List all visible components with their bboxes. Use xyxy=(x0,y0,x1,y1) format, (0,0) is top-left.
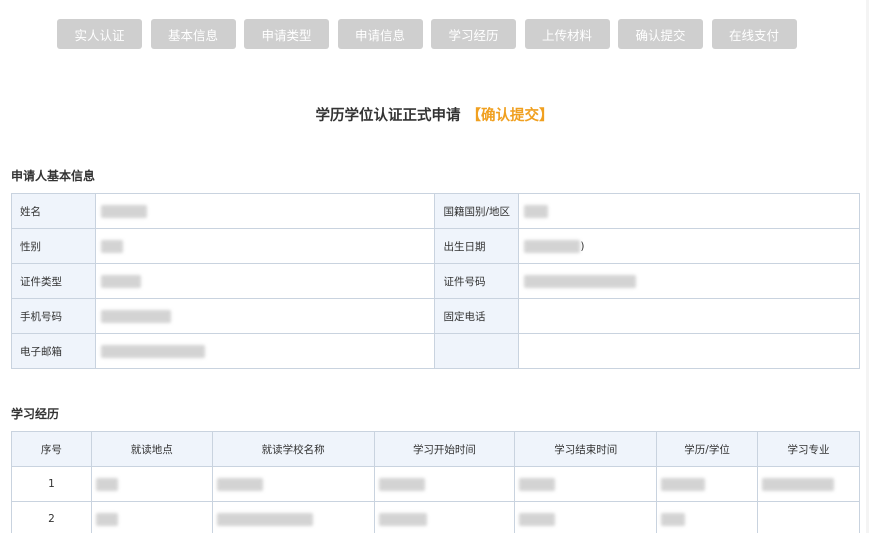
step-basic-info[interactable]: 基本信息 xyxy=(150,19,236,49)
label-landline: 固定电话 xyxy=(434,298,520,334)
education-table: 序号 就读地点 就读学校名称 学习开始时间 学习结束时间 学历/学位 学习专业 … xyxy=(11,431,860,533)
header-major: 学习专业 xyxy=(757,431,860,467)
redacted-value xyxy=(216,512,313,526)
page-title-stage: 【确认提交】 xyxy=(466,108,554,124)
cell-end-time xyxy=(514,501,658,533)
redacted-value xyxy=(519,477,556,491)
table-row: 电子邮箱 xyxy=(11,333,860,369)
header-end-time: 学习结束时间 xyxy=(514,431,658,467)
birth-date-tail: ) xyxy=(580,240,585,252)
label-email: 电子邮箱 xyxy=(11,333,96,369)
cell-major xyxy=(757,501,860,533)
page-title: 学历学位认证正式申请 【确认提交】 xyxy=(0,104,869,125)
label-gender: 性别 xyxy=(11,228,96,264)
cell-start-time xyxy=(373,501,516,533)
empty-label-cell xyxy=(434,333,520,369)
redacted-value xyxy=(100,204,147,218)
redacted-value xyxy=(95,512,118,526)
table-row: 手机号码 固定电话 xyxy=(11,298,860,334)
cell-degree xyxy=(656,501,759,533)
applicant-info-table: 姓名 国籍国别/地区 性别 出生日期 ) 证件类型 证件号码 手机号码 固定电话… xyxy=(11,193,860,369)
page-title-main: 学历学位认证正式申请 xyxy=(315,108,461,124)
label-id-number: 证件号码 xyxy=(434,263,520,299)
cell-school-name xyxy=(211,466,375,502)
value-email xyxy=(94,333,436,369)
education-section-title: 学习经历 xyxy=(11,407,60,421)
header-start-time: 学习开始时间 xyxy=(373,431,516,467)
redacted-value xyxy=(100,344,205,358)
cell-major xyxy=(757,466,860,502)
redacted-value xyxy=(95,477,118,491)
step-study-history[interactable]: 学习经历 xyxy=(431,19,516,49)
cell-index: 1 xyxy=(11,466,92,502)
label-id-type: 证件类型 xyxy=(11,263,96,299)
cell-location xyxy=(90,466,213,502)
cell-location xyxy=(90,501,213,533)
step-online-payment[interactable]: 在线支付 xyxy=(711,19,797,49)
header-location: 就读地点 xyxy=(90,431,213,467)
redacted-value xyxy=(661,477,706,491)
cell-school-name xyxy=(211,501,375,533)
value-name xyxy=(94,193,436,229)
label-name: 姓名 xyxy=(11,193,96,229)
value-id-type xyxy=(94,263,436,299)
step-application-type[interactable]: 申请类型 xyxy=(244,19,329,49)
value-gender xyxy=(94,228,436,264)
redacted-value xyxy=(524,274,637,288)
redacted-value xyxy=(216,477,263,491)
empty-value-cell xyxy=(518,333,860,369)
table-row: 2 xyxy=(11,501,860,533)
redacted-value xyxy=(378,477,425,491)
redacted-value xyxy=(524,239,581,253)
cell-degree xyxy=(656,466,759,502)
cell-end-time xyxy=(514,466,658,502)
table-row: 性别 出生日期 ) xyxy=(11,228,860,264)
redacted-value xyxy=(100,274,141,288)
table-header-row: 序号 就读地点 就读学校名称 学习开始时间 学习结束时间 学历/学位 学习专业 xyxy=(11,431,860,467)
value-landline xyxy=(518,298,860,334)
header-index: 序号 xyxy=(11,431,92,467)
step-nav: 实人认证 基本信息 申请类型 申请信息 学习经历 上传材料 确认提交 在线支付 xyxy=(57,19,805,49)
value-id-number xyxy=(518,263,860,299)
redacted-value xyxy=(519,512,556,526)
cell-start-time xyxy=(373,466,516,502)
redacted-value xyxy=(762,477,835,491)
label-birth-date: 出生日期 xyxy=(434,228,520,264)
table-row: 1 xyxy=(11,466,860,502)
cell-index: 2 xyxy=(11,501,92,533)
redacted-value xyxy=(100,239,123,253)
table-row: 证件类型 证件号码 xyxy=(11,263,860,299)
header-school-name: 就读学校名称 xyxy=(211,431,375,467)
redacted-value xyxy=(378,512,427,526)
header-degree: 学历/学位 xyxy=(656,431,759,467)
redacted-value xyxy=(100,309,171,323)
step-real-name-auth[interactable]: 实人认证 xyxy=(57,19,142,49)
step-confirm-submit[interactable]: 确认提交 xyxy=(618,19,703,49)
value-nationality xyxy=(518,193,860,229)
redacted-value xyxy=(524,204,549,218)
applicant-section-title: 申请人基本信息 xyxy=(11,169,96,183)
value-birth-date: ) xyxy=(518,228,860,264)
table-row: 姓名 国籍国别/地区 xyxy=(11,193,860,229)
redacted-value xyxy=(661,512,686,526)
step-application-info[interactable]: 申请信息 xyxy=(337,19,423,49)
label-mobile: 手机号码 xyxy=(11,298,96,334)
value-mobile xyxy=(94,298,436,334)
label-nationality: 国籍国别/地区 xyxy=(434,193,520,229)
step-upload-materials[interactable]: 上传材料 xyxy=(524,19,610,49)
